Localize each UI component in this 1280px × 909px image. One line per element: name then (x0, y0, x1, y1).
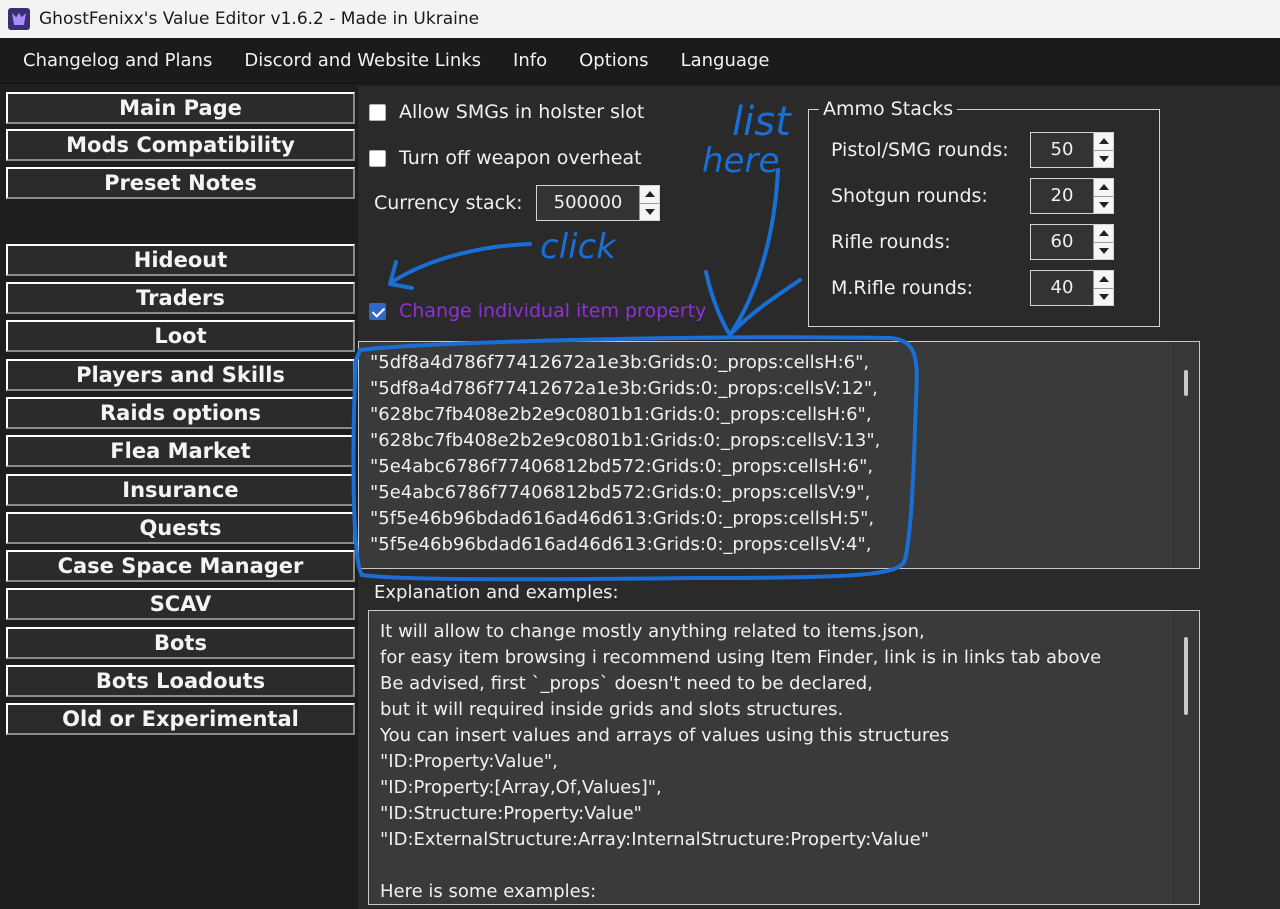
overheat-checkbox[interactable] (369, 149, 386, 167)
property-list-lines: "5df8a4d786f77412672a1e3b:Grids:0:_props… (370, 350, 1159, 558)
sidebar-item-hideout[interactable]: Hideout (6, 244, 355, 276)
property-list-textarea[interactable]: "5df8a4d786f77412672a1e3b:Grids:0:_props… (358, 341, 1200, 569)
sidebar-item-flea-market[interactable]: Flea Market (6, 435, 355, 467)
sidebar: Main Page Mods Compatibility Preset Note… (0, 86, 358, 909)
mrifle-stepper[interactable]: 40 (1030, 270, 1114, 306)
shotgun-down-icon[interactable] (1094, 197, 1113, 214)
allow-smgs-label: Allow SMGs in holster slot (399, 101, 645, 123)
currency-down-icon[interactable] (640, 204, 659, 221)
currency-stepper[interactable]: 500000 (536, 185, 660, 221)
explanation-line: Here is some examples: (380, 881, 597, 902)
explanation-lines: It will allow to change mostly anything … (380, 619, 1159, 904)
list-item: "5df8a4d786f77412672a1e3b:Grids:0:_props… (370, 378, 878, 399)
menu-bar: Changelog and Plans Discord and Website … (0, 38, 1280, 84)
explanation-line: "ID:Property:[Array,Of,Values]", (380, 777, 662, 798)
sidebar-item-quests[interactable]: Quests (6, 512, 355, 544)
ammo-stacks-title: Ammo Stacks (819, 98, 958, 120)
sidebar-item-loot[interactable]: Loot (6, 320, 355, 352)
explanation-line: but it will required inside grids and sl… (380, 699, 844, 720)
pistol-smg-up-icon[interactable] (1094, 133, 1113, 151)
sidebar-item-players-skills[interactable]: Players and Skills (6, 359, 355, 391)
currency-row: Currency stack: (374, 192, 522, 214)
individual-property-option[interactable]: Change individual item property (369, 300, 706, 322)
mrifle-label: M.Rifle rounds: (831, 277, 974, 299)
sidebar-item-insurance[interactable]: Insurance (6, 474, 355, 506)
sidebar-item-old-experimental[interactable]: Old or Experimental (6, 703, 355, 735)
sidebar-item-bots[interactable]: Bots (6, 627, 355, 659)
sidebar-item-preset-notes[interactable]: Preset Notes (6, 167, 355, 199)
shotgun-up-icon[interactable] (1094, 179, 1113, 197)
pistol-smg-label: Pistol/SMG rounds: (831, 139, 1009, 161)
rifle-down-icon[interactable] (1094, 243, 1113, 260)
currency-label: Currency stack: (374, 192, 523, 214)
ammo-stacks-group: Ammo Stacks Pistol/SMG rounds: 50 Shotgu… (808, 98, 1160, 327)
rifle-value[interactable]: 60 (1031, 225, 1093, 259)
sidebar-item-main-page[interactable]: Main Page (6, 92, 355, 124)
list-item: "5e4abc6786f77406812bd572:Grids:0:_props… (370, 482, 871, 503)
list-item: "5f5e46b96bdad616ad46d613:Grids:0:_props… (370, 534, 872, 555)
explanation-textarea[interactable]: It will allow to change mostly anything … (368, 610, 1200, 905)
sidebar-item-scav[interactable]: SCAV (6, 588, 355, 620)
menu-changelog[interactable]: Changelog and Plans (7, 50, 228, 71)
currency-up-icon[interactable] (640, 186, 659, 204)
property-list-scroll-thumb[interactable] (1184, 370, 1188, 396)
pistol-smg-value[interactable]: 50 (1031, 133, 1093, 167)
property-list-scrollbar[interactable] (1173, 342, 1199, 568)
menu-language[interactable]: Language (665, 50, 786, 71)
individual-property-checkbox[interactable] (369, 302, 386, 320)
rifle-stepper[interactable]: 60 (1030, 224, 1114, 260)
list-item: "628bc7fb408e2b2e9c0801b1:Grids:0:_props… (370, 430, 881, 451)
allow-smgs-option[interactable]: Allow SMGs in holster slot (369, 101, 644, 123)
explanation-line: for easy item browsing i recommend using… (380, 647, 1102, 668)
explanation-scroll-thumb[interactable] (1184, 637, 1188, 715)
list-item: "628bc7fb408e2b2e9c0801b1:Grids:0:_props… (370, 404, 872, 425)
title-bar: GhostFenixx's Value Editor v1.6.2 - Made… (0, 0, 1280, 38)
mrifle-up-icon[interactable] (1094, 271, 1113, 289)
pistol-smg-down-icon[interactable] (1094, 151, 1113, 168)
explanation-line: Be advised, first `_props` doesn't need … (380, 673, 873, 694)
rifle-up-icon[interactable] (1094, 225, 1113, 243)
explanation-line (380, 853, 1159, 879)
sidebar-item-case-space-manager[interactable]: Case Space Manager (6, 550, 355, 582)
menu-options[interactable]: Options (563, 50, 664, 71)
shotgun-value[interactable]: 20 (1031, 179, 1093, 213)
list-item: "5f5e46b96bdad616ad46d613:Grids:0:_props… (370, 508, 875, 529)
explanation-scrollbar[interactable] (1173, 611, 1199, 904)
main-panel: Allow SMGs in holster slot Turn off weap… (358, 86, 1280, 909)
menu-links[interactable]: Discord and Website Links (228, 50, 497, 71)
list-item: "5df8a4d786f77412672a1e3b:Grids:0:_props… (370, 352, 870, 373)
shotgun-stepper[interactable]: 20 (1030, 178, 1114, 214)
sidebar-item-raids-options[interactable]: Raids options (6, 397, 355, 429)
currency-value[interactable]: 500000 (537, 186, 639, 220)
explanation-label: Explanation and examples: (374, 582, 619, 603)
sidebar-item-mods-compatibility[interactable]: Mods Compatibility (6, 129, 355, 161)
allow-smgs-checkbox[interactable] (369, 103, 386, 121)
sidebar-item-bots-loadouts[interactable]: Bots Loadouts (6, 665, 355, 697)
sidebar-item-traders[interactable]: Traders (6, 282, 355, 314)
shotgun-label: Shotgun rounds: (831, 185, 988, 207)
menu-info[interactable]: Info (497, 50, 563, 71)
explanation-line: It will allow to change mostly anything … (380, 621, 925, 642)
explanation-line: "ID:Property:Value", (380, 751, 558, 772)
window-title: GhostFenixx's Value Editor v1.6.2 - Made… (39, 9, 480, 29)
overheat-label: Turn off weapon overheat (399, 147, 642, 169)
individual-property-label: Change individual item property (399, 300, 707, 322)
explanation-line: "ID:ExternalStructure:Array:InternalStru… (380, 829, 930, 850)
mrifle-value[interactable]: 40 (1031, 271, 1093, 305)
mrifle-down-icon[interactable] (1094, 289, 1113, 306)
overheat-option[interactable]: Turn off weapon overheat (369, 147, 642, 169)
rifle-label: Rifle rounds: (831, 231, 951, 253)
explanation-line: "ID:Structure:Property:Value" (380, 803, 642, 824)
explanation-line: You can insert values and arrays of valu… (380, 725, 950, 746)
pistol-smg-stepper[interactable]: 50 (1030, 132, 1114, 168)
app-logo-icon (8, 8, 30, 30)
list-item: "5e4abc6786f77406812bd572:Grids:0:_props… (370, 456, 874, 477)
